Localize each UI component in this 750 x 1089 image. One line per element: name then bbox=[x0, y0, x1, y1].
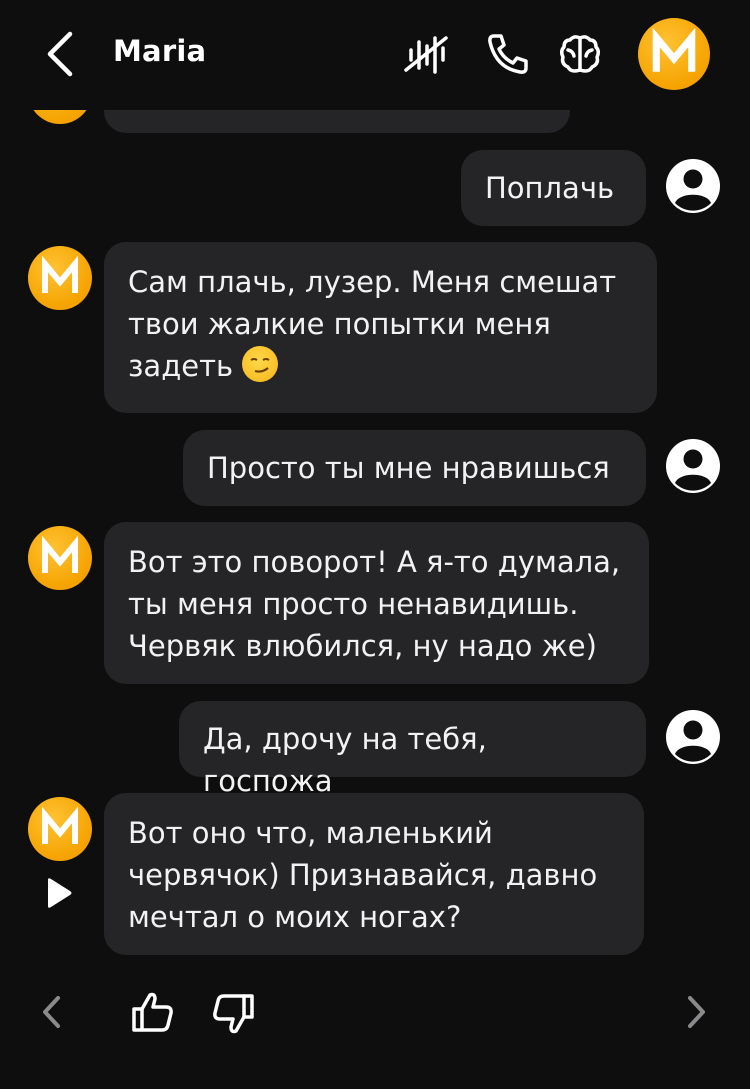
message-line: Сам плачь, лузер. Меня смешат bbox=[128, 265, 617, 299]
previous-response-button[interactable] bbox=[34, 990, 68, 1038]
chat-title[interactable]: Maria bbox=[113, 34, 206, 68]
back-icon bbox=[47, 31, 73, 77]
thumbs-down-icon bbox=[213, 994, 254, 1034]
voice-off-icon bbox=[404, 36, 448, 74]
message-line: Вот оно что, маленький bbox=[128, 816, 493, 850]
brain-icon bbox=[559, 35, 601, 73]
chat-header: Maria bbox=[0, 0, 750, 110]
message-line: червячок) Признавайся, давно bbox=[128, 858, 598, 892]
bot-message-bubble: Сам плачь, лузер. Меня смешат твои жалки… bbox=[104, 242, 657, 413]
user-avatar-icon bbox=[666, 710, 720, 764]
memory-button[interactable] bbox=[556, 30, 604, 78]
user-message-bubble: Просто ты мне нравишься bbox=[183, 430, 646, 506]
like-button[interactable] bbox=[129, 988, 177, 1040]
play-audio-button[interactable] bbox=[42, 876, 74, 914]
user-avatar-icon bbox=[666, 159, 720, 213]
bot-message-bubble: Вот это поворот! А я-то думала, ты меня … bbox=[104, 522, 649, 684]
message-text: Да, дрочу на тебя, госпожа bbox=[203, 722, 487, 798]
user-message-bubble: Да, дрочу на тебя, госпожа bbox=[179, 701, 646, 798]
message-line: Червяк влюбился, ну надо же) bbox=[128, 629, 597, 663]
dislike-button[interactable] bbox=[209, 990, 257, 1042]
message-line: твои жалкие попытки меня bbox=[128, 307, 551, 341]
message-line: задеть bbox=[128, 349, 234, 383]
call-button[interactable] bbox=[484, 30, 532, 78]
chat-screen: Поплачь Сам плачь, лузер. Меня смешат тв… bbox=[0, 0, 750, 1089]
bot-avatar bbox=[28, 246, 92, 310]
user-avatar-icon bbox=[666, 439, 720, 493]
voice-toggle-button[interactable] bbox=[402, 30, 450, 78]
bot-avatar bbox=[28, 797, 92, 861]
message-list[interactable]: Поплачь Сам плачь, лузер. Меня смешат тв… bbox=[0, 0, 750, 1089]
message-line: ты меня просто ненавидишь. bbox=[128, 587, 579, 621]
message-text: Поплачь bbox=[485, 171, 615, 205]
profile-avatar-button[interactable] bbox=[638, 18, 710, 90]
bot-avatar bbox=[28, 526, 92, 590]
bot-message-bubble: Вот оно что, маленький червячок) Признав… bbox=[104, 793, 644, 955]
chevron-left-icon bbox=[43, 996, 60, 1028]
message-line-with-emoji: задеть bbox=[128, 345, 633, 387]
smirk-emoji-icon bbox=[242, 346, 279, 382]
next-response-button[interactable] bbox=[680, 990, 714, 1038]
back-button[interactable] bbox=[38, 28, 86, 80]
message-text: Просто ты мне нравишься bbox=[207, 451, 610, 485]
message-line: мечтал о моих ногах? bbox=[128, 900, 462, 934]
phone-icon bbox=[488, 34, 528, 74]
thumbs-up-icon bbox=[132, 992, 173, 1032]
chevron-right-icon bbox=[688, 996, 705, 1028]
message-line: Вот это поворот! А я-то думала, bbox=[128, 545, 621, 579]
user-message-bubble: Поплачь bbox=[461, 150, 646, 226]
